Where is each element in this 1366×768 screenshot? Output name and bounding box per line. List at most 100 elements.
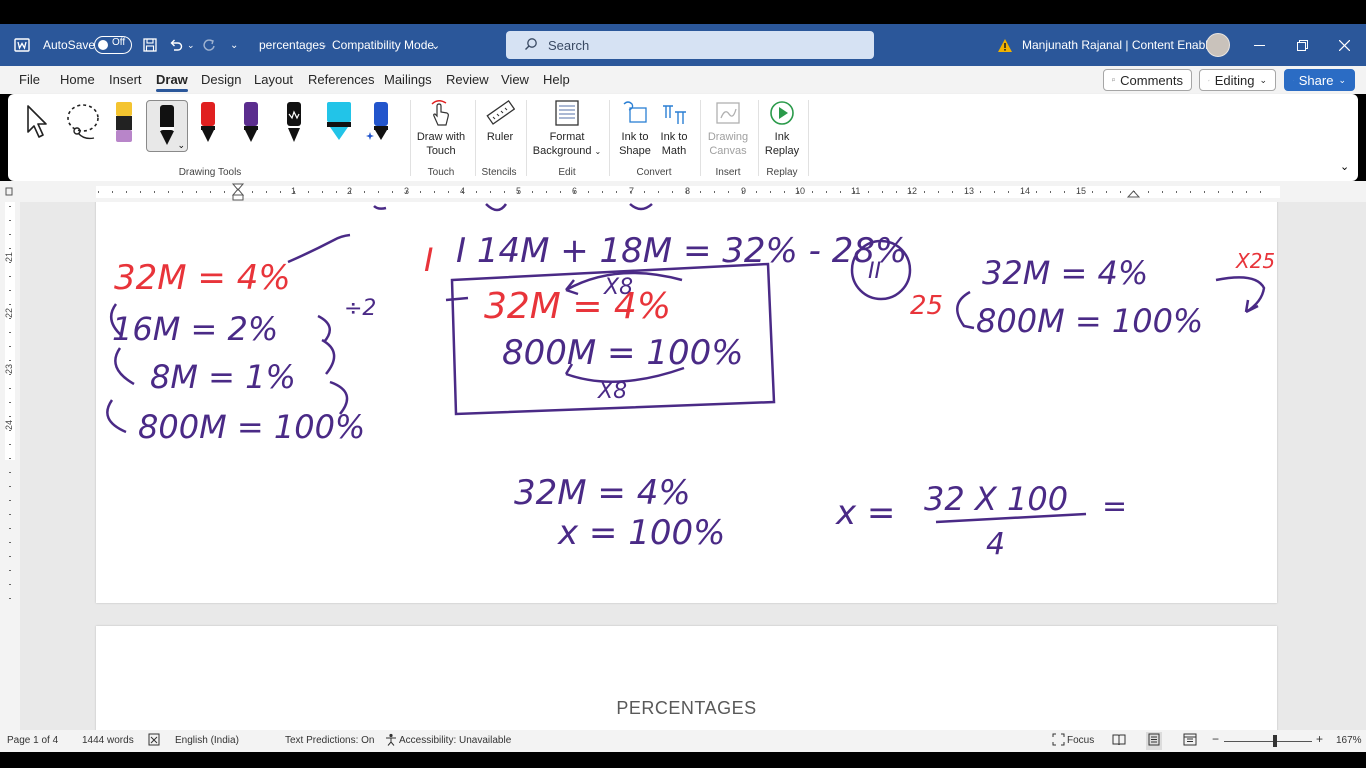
- ink-replay-button[interactable]: Ink Replay: [762, 98, 802, 158]
- ink-to-math-button[interactable]: Ink to Math: [654, 98, 694, 158]
- ruler-tick: [952, 191, 953, 193]
- ruler-tick: [224, 191, 225, 193]
- pen-purple-icon[interactable]: [239, 100, 265, 146]
- ruler-tick: [1218, 191, 1219, 193]
- format-background-button[interactable]: Format Background ⌄: [532, 98, 602, 159]
- zoom-slider-track[interactable]: [1224, 741, 1312, 742]
- save-icon[interactable]: [142, 24, 158, 66]
- ink-middle-top: I 14M + 18M = 32% - 28%: [456, 231, 907, 271]
- zoom-out-icon[interactable]: −: [1212, 732, 1219, 746]
- ruler-number: 8: [685, 186, 691, 196]
- customize-toolbar-icon[interactable]: ⌄: [230, 24, 238, 66]
- highlighter-cyan-icon[interactable]: [324, 100, 351, 146]
- redo-icon[interactable]: [201, 24, 217, 66]
- tab-insert[interactable]: Insert: [109, 72, 142, 87]
- share-button[interactable]: Share ⌄: [1284, 69, 1355, 91]
- compatibility-mode[interactable]: Compatibility Mode: [332, 24, 434, 66]
- read-mode-icon[interactable]: [1112, 733, 1126, 749]
- horizontal-ruler[interactable]: 1 2 3 4 5 6 7 8 9 10 11 12 13 14 15: [0, 181, 1366, 202]
- tab-home[interactable]: Home: [60, 72, 95, 87]
- minimize-button[interactable]: [1237, 24, 1281, 66]
- highlighter-yellow-icon[interactable]: [112, 100, 138, 146]
- tab-file[interactable]: File: [19, 72, 40, 87]
- autosave-toggle-wrap[interactable]: Off: [94, 24, 132, 66]
- ink-to-shape-button[interactable]: Ink to Shape: [615, 98, 655, 158]
- proofing-icon[interactable]: [148, 733, 160, 749]
- restore-button[interactable]: [1280, 24, 1324, 66]
- accessibility-icon[interactable]: [385, 733, 397, 749]
- undo-dropdown-icon[interactable]: ⌄: [187, 24, 195, 66]
- ink-box-line2-left: 800M = 100%: [502, 333, 744, 373]
- ruler-tick: [210, 191, 211, 193]
- page-1[interactable]: 32M = 4% 16M = 2% ÷2 8M = 1% 800M = 100%…: [96, 202, 1277, 603]
- select-arrow-icon[interactable]: [24, 104, 50, 145]
- autosave-toggle[interactable]: Off: [94, 36, 132, 54]
- ink-left-line2: 16M = 2%: [112, 310, 278, 348]
- user-name[interactable]: Manjunath Rajanal | Content Enablers: [1022, 24, 1225, 66]
- text-predictions[interactable]: Text Predictions: On: [285, 735, 374, 746]
- ribbon-separator: [410, 100, 411, 176]
- ruler-tick: [1148, 191, 1149, 193]
- search-box[interactable]: Search: [506, 31, 874, 59]
- lasso-select-icon[interactable]: [64, 102, 102, 147]
- chevron-down-icon[interactable]: ⌄: [177, 140, 185, 151]
- chevron-down-icon[interactable]: ⌄: [431, 24, 440, 66]
- draw-with-touch-button[interactable]: Draw with Touch: [415, 98, 467, 158]
- ruler-button[interactable]: Ruler: [482, 98, 518, 144]
- tab-draw[interactable]: Draw: [156, 72, 188, 92]
- comments-button[interactable]: Comments: [1103, 69, 1192, 91]
- ruler-tick: [1246, 191, 1247, 193]
- ruler-tick: [868, 191, 869, 193]
- warning-icon[interactable]: [997, 24, 1013, 66]
- tab-help[interactable]: Help: [543, 72, 570, 87]
- print-layout-icon[interactable]: [1146, 732, 1162, 750]
- tab-view[interactable]: View: [501, 72, 529, 87]
- drawing-canvas-button[interactable]: Drawing Canvas: [704, 98, 752, 158]
- web-layout-icon[interactable]: [1183, 733, 1197, 749]
- undo-icon[interactable]: [168, 24, 184, 66]
- accessibility-status[interactable]: Accessibility: Unavailable: [399, 735, 511, 746]
- ruler-tick: [140, 191, 141, 193]
- tab-review[interactable]: Review: [446, 72, 489, 87]
- format-background-label: Background: [532, 145, 592, 157]
- ruler-tick: [546, 191, 547, 193]
- tab-design[interactable]: Design: [201, 72, 241, 87]
- vertical-ruler[interactable]: 21 22 23 24: [0, 202, 20, 730]
- focus-label[interactable]: Focus: [1067, 735, 1094, 746]
- tab-references[interactable]: References: [308, 72, 374, 87]
- focus-icon[interactable]: [1052, 733, 1065, 749]
- pen-black-sparkle-icon[interactable]: [282, 100, 308, 146]
- avatar[interactable]: [1206, 24, 1230, 66]
- group-drawing-tools: Drawing Tools: [178, 167, 242, 178]
- ruler-number: 4: [460, 186, 466, 196]
- ruler-tick: [266, 191, 267, 193]
- ruler-tick: [322, 191, 323, 193]
- close-button[interactable]: [1322, 24, 1366, 66]
- editing-button[interactable]: Editing ⌄: [1199, 69, 1276, 91]
- zoom-slider-thumb[interactable]: [1273, 735, 1277, 747]
- ruler-tick: [1204, 191, 1205, 193]
- document-canvas[interactable]: 32M = 4% 16M = 2% ÷2 8M = 1% 800M = 100%…: [20, 202, 1366, 730]
- page-2[interactable]: PERCENTAGES: [96, 626, 1277, 730]
- document-title[interactable]: percentages: [259, 24, 325, 66]
- ink-to-shape-line1: Ink to: [621, 131, 649, 143]
- collapse-ribbon-icon[interactable]: ⌄: [1340, 160, 1349, 173]
- word-count[interactable]: 1444 words: [82, 735, 134, 746]
- ruler-tick: [756, 191, 757, 193]
- zoom-level[interactable]: 167%: [1336, 735, 1362, 746]
- pen-red-icon[interactable]: [196, 100, 222, 146]
- pen-galaxy-blue-icon[interactable]: [366, 100, 392, 146]
- ink-to-math-line1: Ink to: [660, 131, 688, 143]
- tab-layout[interactable]: Layout: [254, 72, 293, 87]
- zoom-in-icon[interactable]: +: [1316, 732, 1323, 746]
- vruler-tick: [9, 318, 11, 319]
- pen-black-selected[interactable]: ⌄: [146, 100, 188, 152]
- vruler-tick: [9, 304, 11, 305]
- page-count[interactable]: Page 1 of 4: [7, 735, 58, 746]
- ruler-tick: [168, 191, 169, 193]
- menu-bar: File Home Insert Draw Design Layout Refe…: [0, 66, 1366, 94]
- ink-denominator: 4: [986, 527, 1005, 562]
- ink-right-line1: 32M = 4%: [982, 254, 1148, 292]
- tab-mailings[interactable]: Mailings: [384, 72, 432, 87]
- language[interactable]: English (India): [175, 735, 239, 746]
